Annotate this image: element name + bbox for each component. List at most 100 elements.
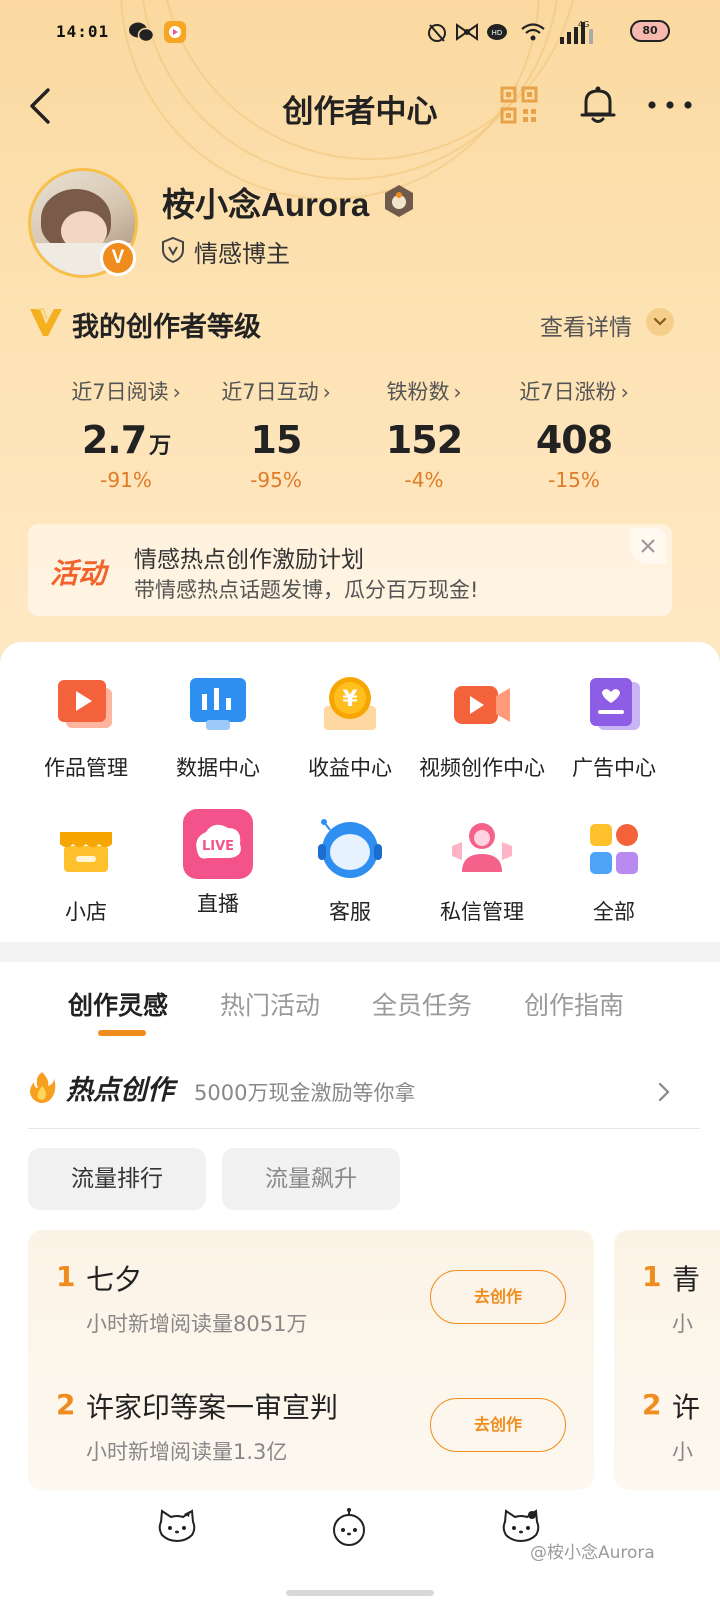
level-badge-icon[interactable] xyxy=(383,184,415,218)
go-create-button[interactable]: 去创作 xyxy=(430,1398,566,1452)
video-icon xyxy=(448,672,516,740)
tab-inspiration[interactable]: 创作灵感 xyxy=(68,986,168,1022)
all-icon xyxy=(580,816,648,884)
home-indicator[interactable] xyxy=(286,1590,434,1596)
chevron-right-icon: › xyxy=(453,380,462,404)
grid-label: 私信管理 xyxy=(440,900,524,924)
stat-interactions[interactable]: 近7日互动 › 15 -95% xyxy=(196,376,356,492)
hot-list-card: 1 七夕 小时新增阅读量8051万 去创作 2 许家印等案一审宣判 小时新增阅读… xyxy=(28,1230,594,1490)
grid-label: 数据中心 xyxy=(176,756,260,780)
active-tab-indicator xyxy=(98,1030,146,1036)
stat-value: 152 xyxy=(385,418,463,462)
grid-item-video[interactable]: 视频创作中心 xyxy=(416,672,548,782)
grid-label: 客服 xyxy=(329,900,371,924)
grid-label: 作品管理 xyxy=(44,756,128,780)
notifications-button[interactable] xyxy=(578,84,618,126)
hd-icon: HD xyxy=(486,20,508,44)
grid-item-live[interactable]: LIVE 直播 xyxy=(152,808,284,918)
grid-item-support[interactable]: 客服 xyxy=(284,816,416,926)
signal-icon: 4G xyxy=(558,20,598,44)
grid-item-messages[interactable]: 私信管理 xyxy=(416,816,548,926)
grid-item-income[interactable]: ¥ 收益中心 xyxy=(284,672,416,782)
close-icon xyxy=(641,539,655,553)
creator-level-title: 我的创作者等级 xyxy=(72,312,261,343)
more-button[interactable] xyxy=(646,92,694,118)
grid-item-ads[interactable]: 广告中心 xyxy=(548,672,680,782)
rank-number: 2 xyxy=(56,1388,76,1421)
shop-icon xyxy=(52,816,120,884)
watermark: @桉小念Aurora xyxy=(530,1543,655,1563)
stat-label: 近7日阅读 xyxy=(71,380,169,404)
chevron-right-icon: › xyxy=(172,380,181,404)
go-create-button[interactable]: 去创作 xyxy=(430,1270,566,1324)
topic-meta: 小时新增阅读量1.3亿 xyxy=(86,1440,288,1464)
shield-icon xyxy=(160,236,186,264)
grid-label: 视频创作中心 xyxy=(419,756,545,780)
stat-value: 2.7 xyxy=(81,418,147,462)
banner-subtitle: 带情感热点话题发博，瓜分百万现金! xyxy=(134,578,479,602)
hot-section-title: 热点创作 xyxy=(66,1075,174,1106)
grid-label: 小店 xyxy=(65,900,107,924)
grid-item-all[interactable]: 全部 xyxy=(548,816,680,926)
stat-iron-fans[interactable]: 铁粉数 › 152 -4% xyxy=(344,376,504,492)
chevron-right-icon[interactable] xyxy=(654,1080,674,1104)
data-icon xyxy=(184,672,252,740)
chip-traffic-rising[interactable]: 流量飙升 xyxy=(222,1148,400,1210)
stat-reads[interactable]: 近7日阅读 › 2.7 万 -91% xyxy=(46,376,206,492)
network-label: 4G xyxy=(578,20,589,29)
topic-title: 青 xyxy=(672,1263,701,1296)
stat-label: 近7日涨粉 xyxy=(519,380,617,404)
stat-change: -91% xyxy=(100,468,152,492)
fire-icon xyxy=(28,1070,56,1104)
messages-icon xyxy=(448,816,516,884)
view-details-link[interactable]: 查看详情 xyxy=(540,308,632,342)
banner-title: 情感热点创作激励计划 xyxy=(134,547,364,573)
live-icon: LIVE xyxy=(182,808,254,880)
stat-change: -15% xyxy=(548,468,600,492)
qr-code-button[interactable] xyxy=(500,86,538,124)
chip-traffic-ranking[interactable]: 流量排行 xyxy=(28,1148,206,1210)
wifi-icon xyxy=(520,20,546,44)
bell-icon xyxy=(580,86,616,123)
stat-label: 铁粉数 xyxy=(386,380,450,404)
tab-guide[interactable]: 创作指南 xyxy=(524,986,624,1022)
live-text: LIVE xyxy=(202,839,234,854)
chevron-right-icon: › xyxy=(322,380,331,404)
more-dots-icon xyxy=(648,101,692,109)
app-icon xyxy=(162,20,188,44)
kitty-center-icon[interactable] xyxy=(328,1508,370,1546)
chevron-right-icon: › xyxy=(620,380,629,404)
topic-meta: 小 xyxy=(672,1440,693,1464)
alarm-icon xyxy=(426,20,448,44)
username: 桉小念Aurora xyxy=(162,186,370,223)
topic-meta: 小 xyxy=(672,1312,693,1336)
wechat-icon xyxy=(128,20,154,44)
grid-item-data[interactable]: 数据中心 xyxy=(152,672,284,782)
chevron-down-icon[interactable] xyxy=(646,308,674,336)
topic-meta: 小时新增阅读量8051万 xyxy=(86,1312,308,1336)
tab-hot-activities[interactable]: 热门活动 xyxy=(220,986,320,1022)
support-icon xyxy=(316,816,384,884)
divider xyxy=(28,1128,700,1129)
grid-label: 收益中心 xyxy=(308,756,392,780)
kitty-home-icon[interactable] xyxy=(156,1508,198,1544)
bow-icon xyxy=(454,20,480,44)
grid-item-works[interactable]: 作品管理 xyxy=(20,672,152,782)
qr-code-icon xyxy=(500,86,538,124)
stat-value: 15 xyxy=(250,418,303,462)
hot-list-card-next: 1 青 小 2 许 小 xyxy=(614,1230,720,1490)
status-bar: 14:01 HD 4G 80 xyxy=(0,0,720,66)
stat-value: 408 xyxy=(535,418,613,462)
close-button[interactable] xyxy=(630,528,666,564)
grid-label: 全部 xyxy=(593,900,635,924)
works-icon xyxy=(52,672,120,740)
svg-text:HD: HD xyxy=(492,29,503,37)
tab-all-tasks[interactable]: 全员任务 xyxy=(372,986,472,1022)
activity-banner[interactable]: 活动 情感热点创作激励计划 带情感热点话题发博，瓜分百万现金! xyxy=(28,524,672,616)
status-time: 14:01 xyxy=(56,22,110,41)
yen-symbol: ¥ xyxy=(342,687,358,712)
battery-indicator: 80 xyxy=(630,20,670,42)
topic-title: 许家印等案一审宣判 xyxy=(86,1391,339,1424)
grid-item-shop[interactable]: 小店 xyxy=(20,816,152,926)
stat-new-followers[interactable]: 近7日涨粉 › 408 -15% xyxy=(494,376,654,492)
